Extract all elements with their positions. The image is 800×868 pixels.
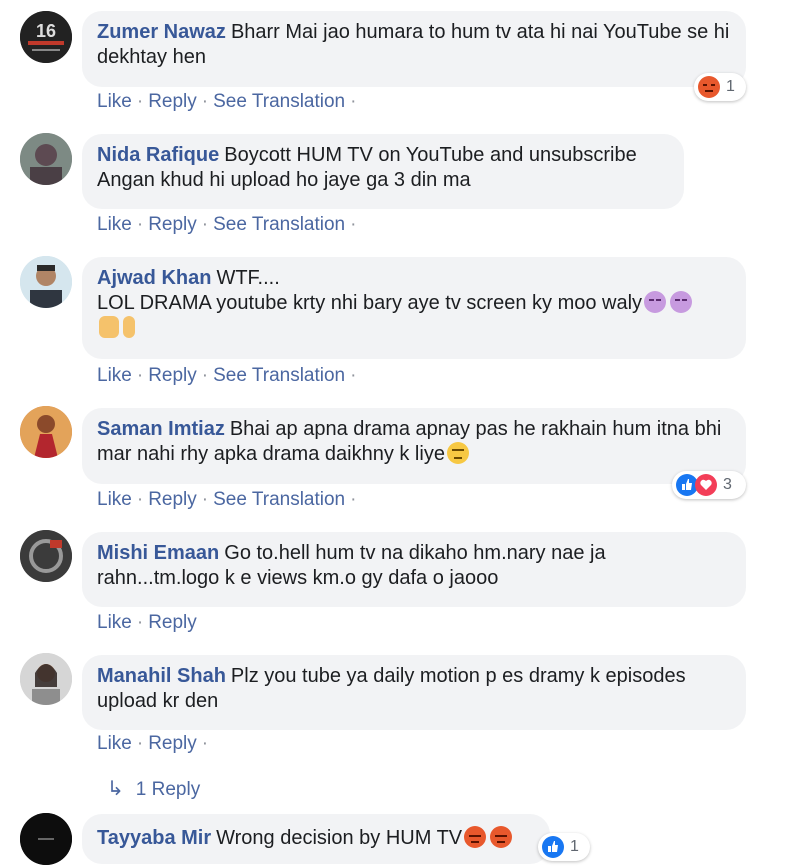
like-button[interactable]: Like [97, 91, 132, 112]
see-translation-link[interactable]: See Translation [213, 91, 345, 112]
avatar-image-icon [20, 406, 72, 458]
reply-button[interactable]: Reply [148, 489, 197, 510]
angry-face-emoji-icon [490, 826, 513, 848]
avatar-image-icon [20, 530, 72, 582]
like-icon [542, 836, 564, 858]
comment-bubble: Nida Rafique Boycott HUM TV on YouTube an… [82, 134, 684, 209]
avatar-image-icon: 16 [20, 11, 72, 63]
replies-count-label: 1 Reply [135, 779, 201, 800]
comment-bubble: Saman Imtiaz Bhai ap apna drama apnay pas… [82, 408, 746, 484]
svg-text:16: 16 [36, 21, 56, 41]
reaction-count: 1 [726, 78, 735, 95]
comment-actions: Like · Reply [97, 612, 197, 633]
comment-bubble: Mishi Emaan Go to.hell hum tv na dikaho h… [82, 532, 746, 607]
reaction-summary[interactable]: 1 [694, 73, 746, 101]
comment-actions: Like · Reply · See Translation · [97, 91, 357, 112]
love-icon [695, 474, 717, 496]
comment-bubble: Manahil Shah Plz you tube ya daily motion… [82, 655, 746, 730]
tired-face-emoji-icon [670, 291, 693, 313]
author-name[interactable]: Nida Rafique [97, 144, 219, 166]
comment-actions: Like · Reply · See Translation · [97, 214, 357, 235]
author-name[interactable]: Ajwad Khan [97, 267, 211, 289]
pointing-hand-emoji-icon [123, 316, 135, 338]
see-translation-link[interactable]: See Translation [213, 489, 345, 510]
see-translation-link[interactable]: See Translation [213, 365, 345, 386]
view-replies-link[interactable]: ↳ 1 Reply [107, 776, 200, 801]
author-name[interactable]: Tayyaba Mir [97, 827, 211, 849]
comment-actions: Like · Reply · See Translation · [97, 489, 357, 510]
avatar[interactable] [20, 406, 72, 458]
author-name[interactable]: Mishi Emaan [97, 542, 219, 564]
reply-button[interactable]: Reply [148, 365, 197, 386]
avatar[interactable] [20, 530, 72, 582]
see-translation-link[interactable]: See Translation [213, 214, 345, 235]
tired-face-emoji-icon [644, 291, 667, 313]
reaction-summary[interactable]: 3 [672, 471, 746, 499]
comment-bubble: Tayyaba Mir Wrong decision by HUM TV [82, 814, 550, 864]
avatar-image-icon [20, 653, 72, 705]
reply-button[interactable]: Reply [148, 733, 197, 754]
comment-text: Wrong decision by HUM TV [216, 827, 463, 849]
comment-actions: Like · Reply · See Translation · [97, 365, 357, 386]
comment-actions: Like · Reply · [97, 733, 209, 754]
punch-emoji-icon [99, 316, 119, 338]
like-button[interactable]: Like [97, 733, 132, 754]
avatar[interactable] [20, 256, 72, 308]
comment-text-line1: WTF.... [216, 267, 280, 289]
reply-button[interactable]: Reply [148, 612, 197, 633]
comment-text-line2: LOL DRAMA youtube krty nhi bary aye tv s… [97, 292, 643, 314]
angry-icon [698, 76, 720, 98]
author-name[interactable]: Saman Imtiaz [97, 418, 225, 440]
unamused-face-emoji-icon [446, 442, 469, 464]
avatar-image-icon [20, 256, 72, 308]
avatar[interactable] [20, 653, 72, 705]
avatar[interactable]: 16 [20, 11, 72, 63]
reaction-summary[interactable]: 1 [538, 833, 590, 861]
like-button[interactable]: Like [97, 489, 132, 510]
avatar-image-icon [20, 813, 72, 865]
author-name[interactable]: Zumer Nawaz [97, 21, 226, 43]
reaction-count: 3 [723, 476, 732, 493]
angry-face-emoji-icon [464, 826, 487, 848]
avatar-image-icon [20, 133, 72, 185]
like-button[interactable]: Like [97, 214, 132, 235]
reply-button[interactable]: Reply [148, 91, 197, 112]
comment-bubble: Ajwad Khan WTF.... LOL DRAMA youtube krty… [82, 257, 746, 359]
author-name[interactable]: Manahil Shah [97, 665, 226, 687]
avatar[interactable] [20, 813, 72, 865]
avatar[interactable] [20, 133, 72, 185]
like-button[interactable]: Like [97, 612, 132, 633]
reply-button[interactable]: Reply [148, 214, 197, 235]
comment-bubble: Zumer Nawaz Bharr Mai jao humara to hum t… [82, 11, 746, 87]
reaction-count: 1 [570, 838, 579, 855]
like-button[interactable]: Like [97, 365, 132, 386]
reply-arrow-icon: ↳ [107, 778, 124, 800]
